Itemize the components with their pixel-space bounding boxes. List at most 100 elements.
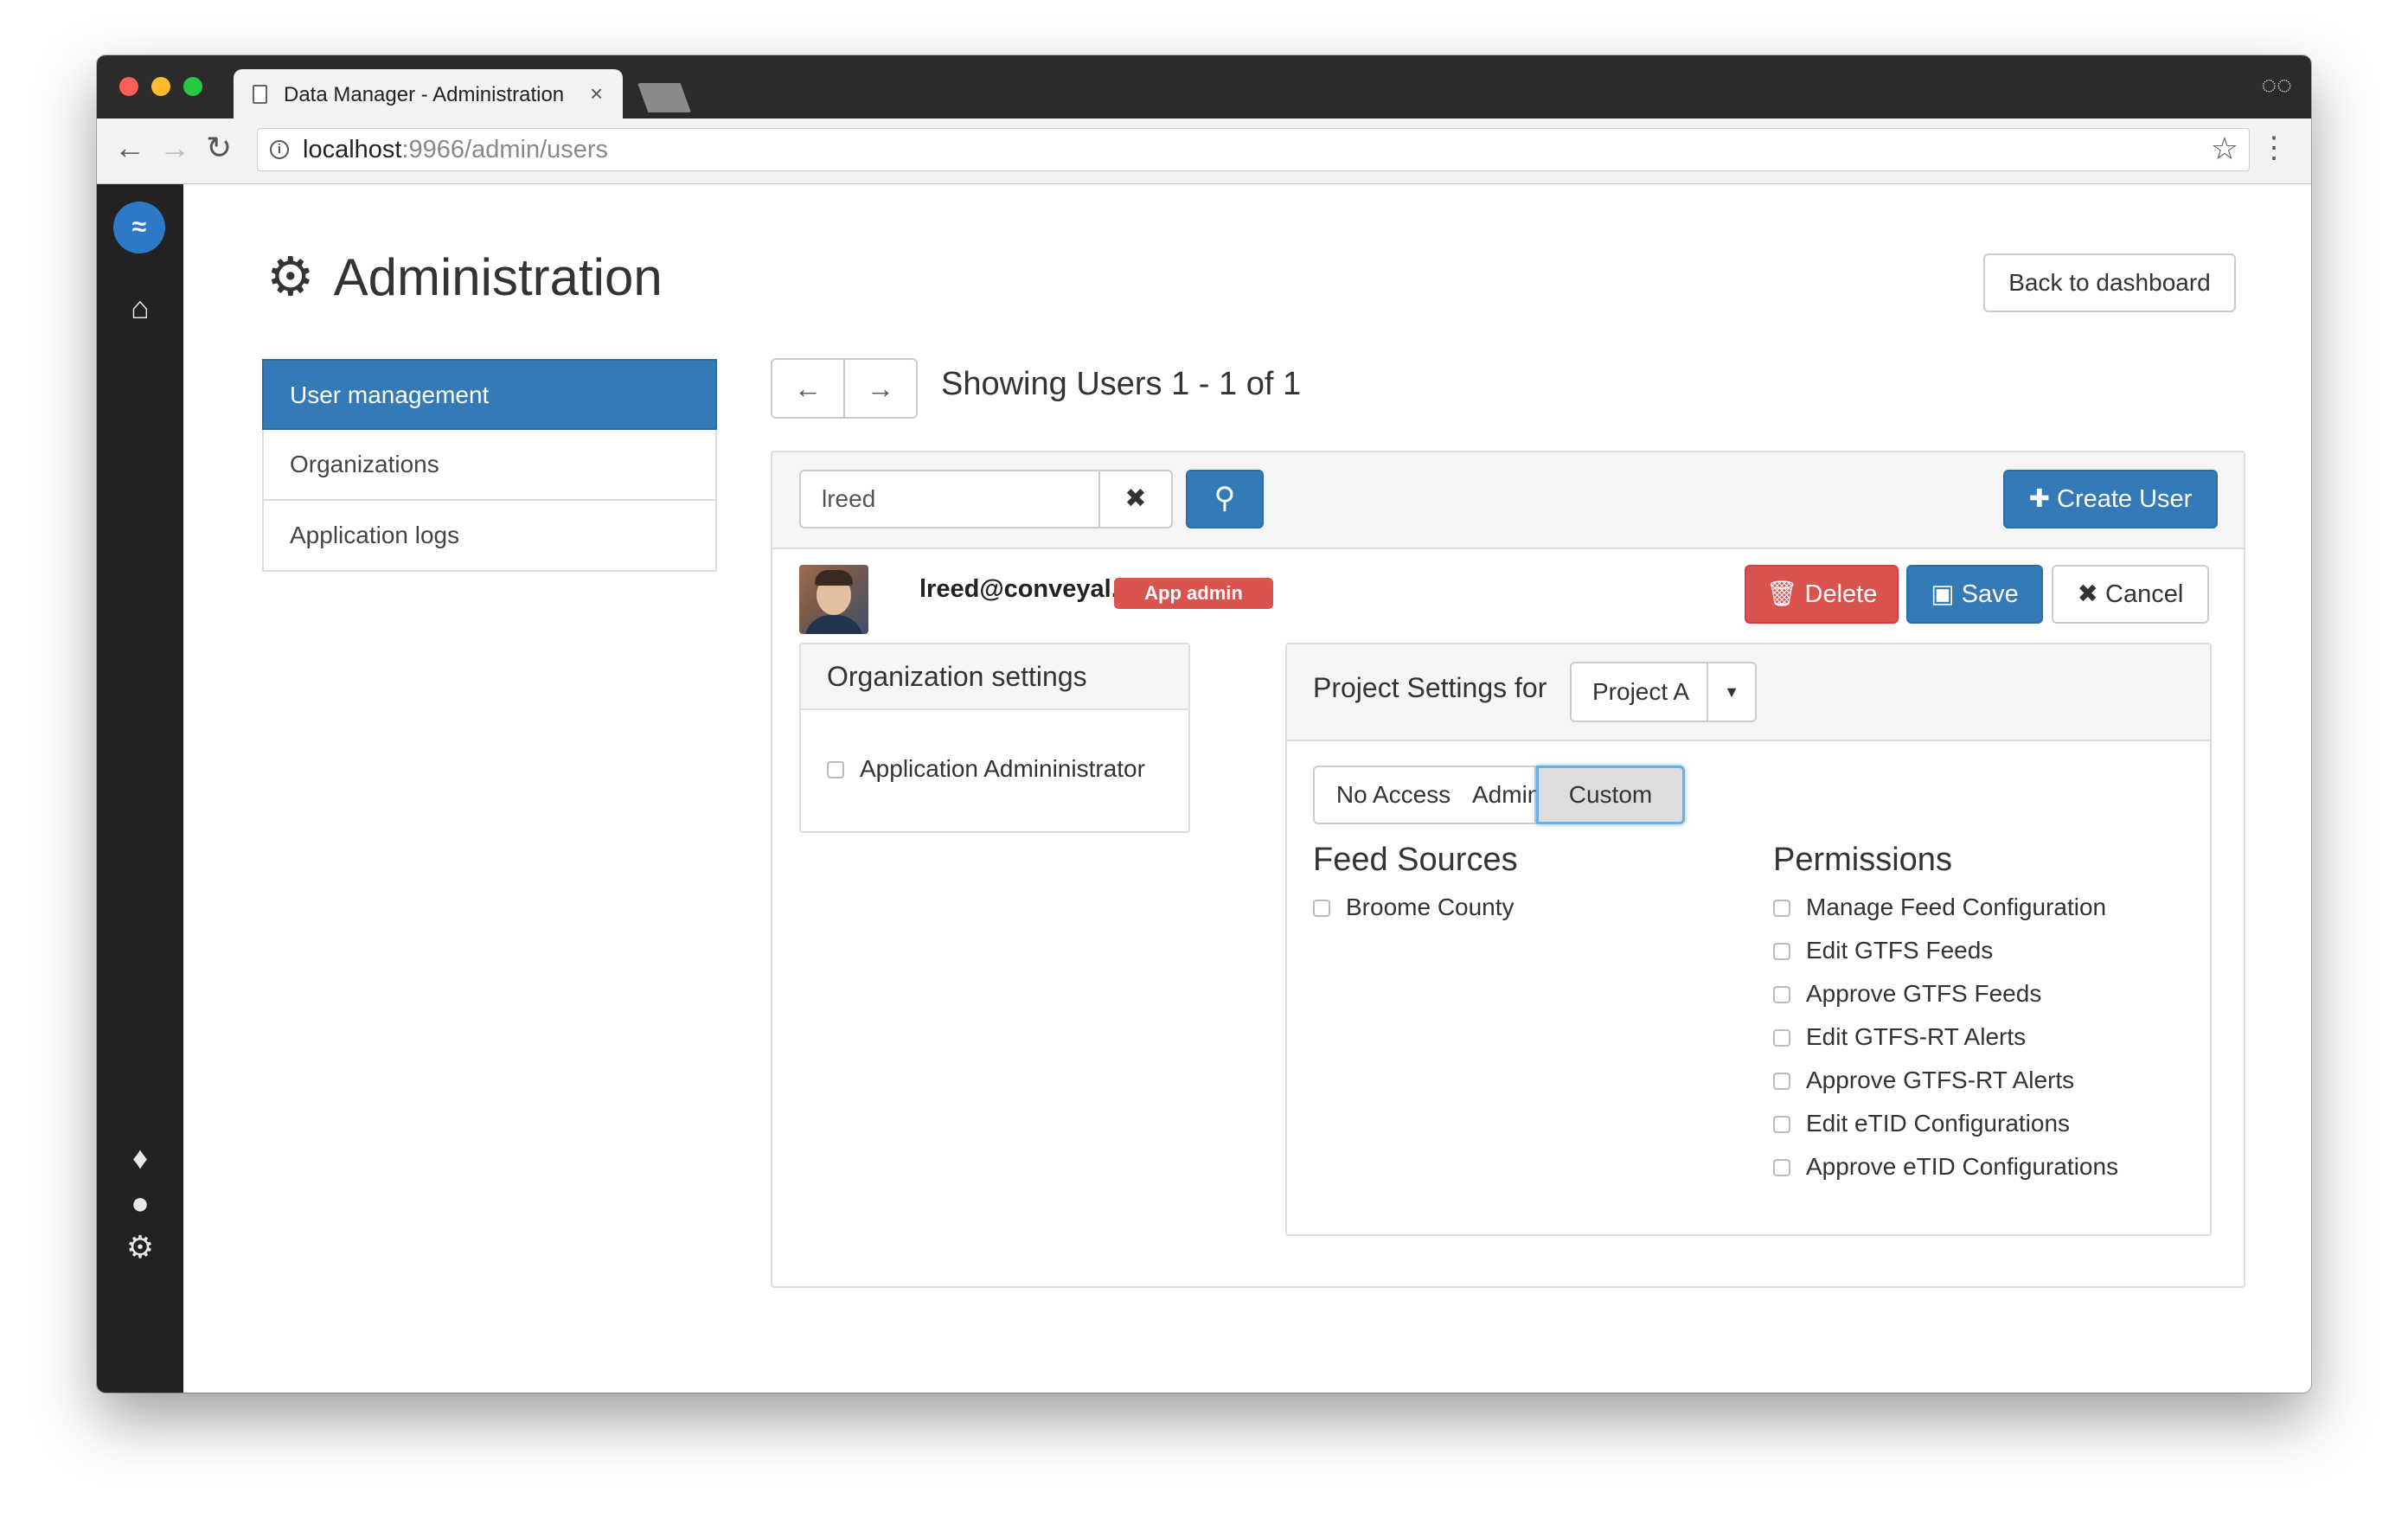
feed-source-checkbox[interactable] (1313, 900, 1330, 917)
bell-icon[interactable]: ♦ (97, 1140, 183, 1176)
user-panel-header: lreed ✖ ⚲ ✚ Create User (772, 452, 2244, 549)
permission-checkbox[interactable] (1773, 986, 1790, 1003)
menu-item-user-management[interactable]: User management (262, 359, 717, 430)
gear-icon: ⚙ (266, 247, 315, 307)
permission-option[interactable]: Manage Feed Configuration (1773, 894, 2106, 921)
user-panel: lreed ✖ ⚲ ✚ Create User lreed@conveyal.c… (771, 451, 2245, 1288)
previous-page-button[interactable]: ← (771, 358, 845, 419)
search-button[interactable]: ⚲ (1186, 470, 1264, 528)
organization-settings-title: Organization settings (801, 644, 1188, 710)
back-to-dashboard-button[interactable]: Back to dashboard (1983, 253, 2236, 312)
showing-users-text: Showing Users 1 - 1 of 1 (941, 366, 1302, 402)
permission-label: Edit eTID Configurations (1806, 1110, 2071, 1137)
tab-close-icon[interactable]: × (590, 80, 603, 107)
reload-icon[interactable]: ↻ (206, 131, 232, 165)
close-window-button[interactable] (119, 77, 138, 96)
avatar (799, 565, 868, 634)
save-button[interactable]: ▣ Save (1906, 565, 2043, 624)
info-icon[interactable]: i (270, 140, 289, 159)
project-settings-header: Project Settings for Project A ▼ (1287, 644, 2210, 741)
user-search-input[interactable]: lreed (799, 470, 1098, 528)
permission-option[interactable]: Edit GTFS-RT Alerts (1773, 1023, 2026, 1051)
bookmark-star-icon[interactable]: ☆ (2211, 131, 2238, 167)
application-admin-checkbox[interactable] (827, 761, 844, 778)
browser-toolbar: ← → ↻ i localhost:9966/admin/users ☆ ⋮ (97, 119, 2311, 184)
tab-title: Data Manager - Administration (284, 83, 565, 106)
feed-sources-title: Feed Sources (1313, 842, 1518, 878)
home-icon[interactable]: ⌂ (97, 290, 183, 326)
permission-checkbox[interactable] (1773, 1116, 1790, 1133)
create-user-button[interactable]: ✚ Create User (2003, 470, 2218, 528)
cancel-button[interactable]: ✖ Cancel (2052, 565, 2209, 624)
admin-menu: User management Organizations Applicatio… (262, 359, 717, 572)
permission-option[interactable]: Edit GTFS Feeds (1773, 937, 1993, 964)
chevron-down-icon[interactable]: ▼ (1707, 663, 1755, 721)
browser-menu-icon[interactable]: ⋮ (2259, 131, 2289, 165)
clear-search-button[interactable]: ✖ (1098, 470, 1173, 528)
permission-label: Approve eTID Configurations (1806, 1153, 2119, 1180)
new-tab-button[interactable] (637, 83, 691, 112)
selected-project: Project A (1592, 678, 1690, 705)
permission-checkbox[interactable] (1773, 943, 1790, 960)
menu-item-organizations[interactable]: Organizations (262, 430, 717, 501)
delete-button[interactable]: 🗑 Delete (1745, 565, 1899, 624)
permission-label: Approve GTFS Feeds (1806, 980, 2042, 1007)
app-logo-icon[interactable]: ≈ (113, 202, 165, 253)
permission-label: Manage Feed Configuration (1806, 894, 2107, 920)
page-title-text: Administration (333, 248, 663, 306)
permission-checkbox[interactable] (1773, 900, 1790, 917)
permission-checkbox[interactable] (1773, 1029, 1790, 1047)
menu-item-application-logs[interactable]: Application logs (262, 501, 717, 572)
close-icon: ✖ (2077, 580, 2098, 608)
url-text: localhost:9966/admin/users (303, 136, 608, 164)
app-sidebar: ≈ ⌂ ♦ ● ⚙ (97, 184, 183, 1393)
permission-option[interactable]: Approve GTFS Feeds (1773, 980, 2041, 1008)
permission-checkbox[interactable] (1773, 1073, 1790, 1090)
permissions-title: Permissions (1773, 842, 1952, 878)
floppy-icon: ▣ (1931, 580, 1955, 608)
settings-gear-icon[interactable]: ⚙ (97, 1229, 183, 1265)
browser-window: Data Manager - Administration × ◌◌ ← → ↻… (97, 55, 2311, 1393)
url-host: localhost (303, 136, 402, 163)
permission-label: Edit GTFS Feeds (1806, 937, 1994, 964)
minimize-window-button[interactable] (151, 77, 170, 96)
feed-source-label: Broome County (1346, 894, 1515, 920)
browser-tab[interactable]: Data Manager - Administration × (234, 69, 623, 119)
project-settings-title: Project Settings for (1313, 672, 1547, 703)
project-select[interactable]: Project A ▼ (1570, 662, 1757, 722)
maximize-window-button[interactable] (183, 77, 202, 96)
url-path: :9966/admin/users (401, 136, 609, 163)
main-content: ⚙ Administration Back to dashboard User m… (183, 184, 2311, 1393)
organization-settings-panel: Organization settings Application Admini… (799, 643, 1190, 833)
forward-arrow-icon[interactable]: → (159, 131, 190, 165)
delete-label: Delete (1804, 580, 1878, 608)
cancel-label: Cancel (2105, 580, 2184, 608)
access-no-access-button[interactable]: No Access (1313, 766, 1474, 824)
back-arrow-icon[interactable]: ← (114, 131, 145, 165)
page-title: ⚙ Administration (266, 245, 663, 308)
search-icon: ⚲ (1214, 482, 1236, 515)
access-custom-button[interactable]: Custom (1536, 766, 1685, 824)
tab-bar: Data Manager - Administration × ◌◌ (97, 55, 2311, 119)
app-admin-badge: App admin (1114, 578, 1273, 609)
plus-icon: ✚ (2028, 485, 2050, 513)
trash-icon: 🗑 (1765, 580, 1798, 608)
application-admin-label: Application Admininistrator (860, 755, 1145, 782)
user-icon[interactable]: ● (97, 1185, 183, 1221)
document-icon (253, 85, 267, 104)
access-admin-button[interactable]: Admin (1472, 766, 1540, 824)
save-label: Save (1961, 580, 2019, 608)
permission-label: Edit GTFS-RT Alerts (1806, 1023, 2027, 1050)
project-settings-panel: Project Settings for Project A ▼ No Acce… (1285, 643, 2212, 1236)
next-page-button[interactable]: → (843, 358, 918, 419)
permission-option[interactable]: Approve GTFS-RT Alerts (1773, 1067, 2074, 1094)
incognito-icon: ◌◌ (2261, 71, 2292, 99)
permission-checkbox[interactable] (1773, 1159, 1790, 1176)
address-bar[interactable]: i localhost:9966/admin/users ☆ (257, 128, 2250, 171)
feed-source-option[interactable]: Broome County (1313, 894, 1515, 921)
application-admin-option[interactable]: Application Admininistrator (827, 755, 1145, 783)
permission-option[interactable]: Edit eTID Configurations (1773, 1110, 2070, 1137)
permission-option[interactable]: Approve eTID Configurations (1773, 1153, 2118, 1181)
create-user-label: Create User (2057, 485, 2193, 513)
permission-label: Approve GTFS-RT Alerts (1806, 1067, 2075, 1093)
